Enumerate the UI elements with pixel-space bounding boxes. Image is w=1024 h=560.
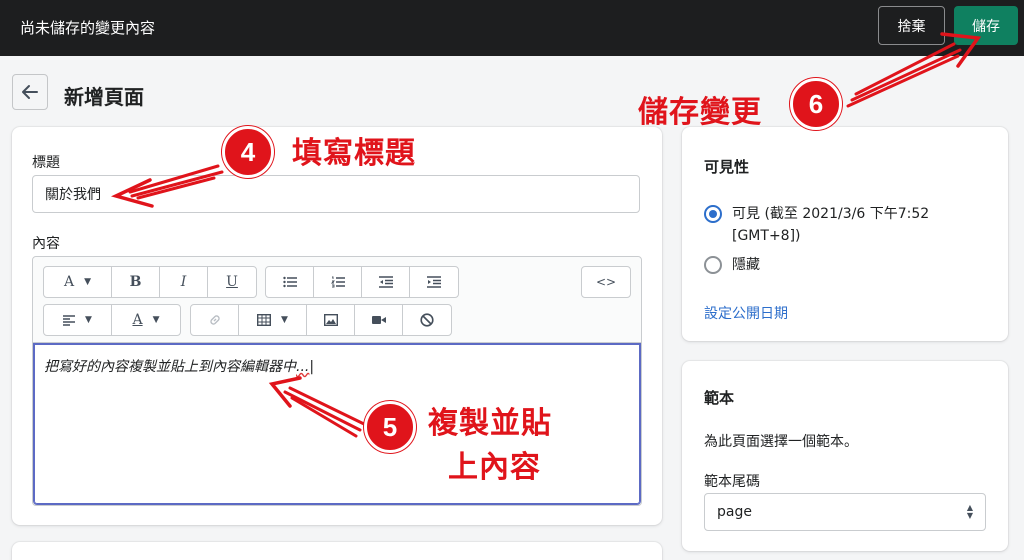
step-5-label-line1: 複製並貼 <box>428 406 552 441</box>
step-6-badge: 6 <box>790 78 842 130</box>
template-suffix-value: page <box>717 504 752 520</box>
table-button[interactable]: ▼ <box>239 305 307 335</box>
template-suffix-label: 範本尾碼 <box>704 474 760 490</box>
clear-format-button[interactable] <box>403 305 451 335</box>
hidden-option[interactable]: 隱藏 <box>704 254 760 276</box>
page-title: 新增頁面 <box>64 85 144 109</box>
unsaved-changes-title: 尚未儲存的變更內容 <box>20 19 156 37</box>
save-button[interactable]: 儲存 <box>954 6 1018 45</box>
discard-button[interactable]: 捨棄 <box>878 6 945 45</box>
table-icon <box>257 314 272 326</box>
html-code-button[interactable]: <> <box>582 267 630 297</box>
title-label: 標題 <box>32 155 60 171</box>
code-group: <> <box>581 266 631 298</box>
editor-text-ellipsis: ... <box>296 359 310 375</box>
outdent-button[interactable] <box>362 267 410 297</box>
chevron-down-icon: ▼ <box>281 315 288 325</box>
text-color-icon: A <box>132 312 143 328</box>
bullet-list-button[interactable] <box>266 267 314 297</box>
content-label: 內容 <box>32 236 60 252</box>
hidden-radio[interactable] <box>704 256 722 274</box>
clear-format-icon <box>420 313 434 327</box>
template-suffix-select[interactable]: page ▲ ▼ <box>704 493 986 531</box>
editor-text-main: 把寫好的內容複製並貼上到內容編輯器中 <box>44 359 296 375</box>
editor-toolbar: A ▼ B I U <> ▼ A ▼ ▼ <box>33 257 641 343</box>
align-icon <box>63 314 76 326</box>
font-format-icon: A <box>63 274 75 290</box>
select-arrows-icon: ▲ ▼ <box>966 503 973 520</box>
step-6-label: 儲存變更 <box>638 95 762 130</box>
text-color-button[interactable]: A ▼ <box>112 305 180 335</box>
chevron-down-icon: ▼ <box>84 277 92 287</box>
title-input[interactable] <box>32 175 640 213</box>
text-style-group: A ▼ B I U <box>43 266 257 298</box>
schedule-visibility-link[interactable]: 設定公開日期 <box>704 303 788 323</box>
arrow-left-icon <box>22 85 38 99</box>
underline-button[interactable]: U <box>208 267 256 297</box>
list-group <box>265 266 459 298</box>
image-button[interactable] <box>307 305 355 335</box>
italic-button[interactable]: I <box>160 267 208 297</box>
video-button[interactable] <box>355 305 403 335</box>
page-content-card: 標題 內容 A▼ B I U <box>12 127 662 525</box>
visible-label: 可見 (截至 2021/3/6 下午7:52 [GMT+8]) <box>732 203 929 247</box>
numbered-list-icon <box>330 276 345 288</box>
visible-option[interactable]: 可見 (截至 2021/3/6 下午7:52 [GMT+8]) <box>704 203 929 247</box>
format-group: ▼ A ▼ <box>43 304 181 336</box>
indent-icon <box>427 276 441 288</box>
image-icon <box>323 314 338 326</box>
numbered-list-button[interactable] <box>314 267 362 297</box>
chevron-down-icon: ▼ <box>152 315 160 325</box>
insert-group: ▼ <box>190 304 452 336</box>
chevron-down-icon: ▼ <box>85 315 92 325</box>
bold-button[interactable]: B <box>112 267 160 297</box>
link-icon <box>209 315 220 325</box>
hidden-label: 隱藏 <box>732 257 760 273</box>
rich-text-editor: A ▼ B I U <> ▼ A ▼ ▼ 把寫好的內容複製並貼上到內容編輯器中.… <box>32 256 642 506</box>
editor-text: 把寫好的內容複製並貼上到內容編輯器中...| <box>44 356 314 376</box>
align-button[interactable]: ▼ <box>44 305 112 335</box>
visible-radio[interactable] <box>704 205 722 223</box>
font-format-button[interactable]: A ▼ <box>44 267 112 297</box>
video-icon <box>371 316 386 324</box>
bullet-list-icon <box>282 276 297 288</box>
visibility-card: 可見性 可見 (截至 2021/3/6 下午7:52 [GMT+8]) 隱藏 設定… <box>682 127 1008 341</box>
link-button[interactable] <box>191 305 239 335</box>
visibility-heading: 可見性 <box>704 158 750 176</box>
top-bar: 尚未儲存的變更內容 捨棄 儲存 <box>0 0 1024 56</box>
back-button[interactable] <box>12 74 48 110</box>
text-cursor: | <box>309 359 315 375</box>
step-5-label-line2: 上內容 <box>448 450 541 485</box>
indent-button[interactable] <box>410 267 458 297</box>
outdent-icon <box>378 276 393 288</box>
step-4-badge: 4 <box>222 126 274 178</box>
next-card <box>12 542 662 560</box>
step-5-badge: 5 <box>364 401 416 453</box>
template-hint: 為此頁面選擇一個範本。 <box>704 434 858 450</box>
visible-label-line1: 可見 (截至 2021/3/6 下午7:52 <box>732 206 930 222</box>
template-heading: 範本 <box>704 389 735 407</box>
template-card: 範本 為此頁面選擇一個範本。 範本尾碼 page ▲ ▼ <box>682 361 1008 551</box>
visible-label-line2: [GMT+8]) <box>732 228 801 244</box>
step-4-label: 填寫標題 <box>292 136 416 171</box>
